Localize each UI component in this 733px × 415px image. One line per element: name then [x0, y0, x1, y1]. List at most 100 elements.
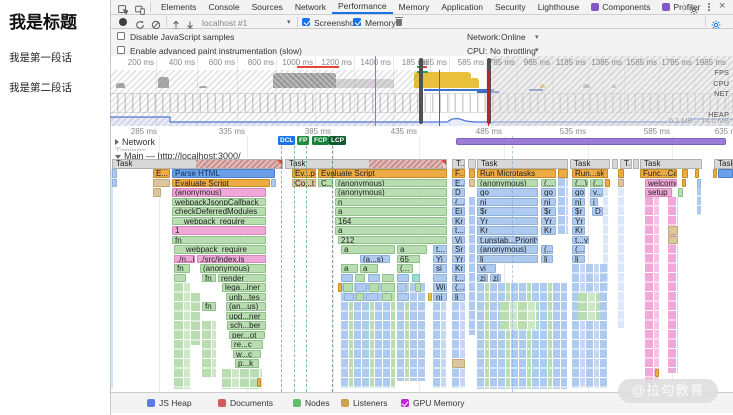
- flame-bar[interactable]: [697, 178, 701, 188]
- flame-bar[interactable]: (a...s): [360, 254, 390, 264]
- tab-lighthouse[interactable]: Lighthouse: [532, 0, 586, 14]
- flame-task-header[interactable]: T...: [620, 159, 632, 169]
- target-selector[interactable]: localhost #1: [202, 18, 247, 28]
- tab-security[interactable]: Security: [489, 0, 532, 14]
- flame-bar[interactable]: [469, 169, 475, 178]
- network-throttle-select[interactable]: Online: [501, 32, 526, 42]
- flame-bar[interactable]: li: [541, 254, 553, 264]
- flame-bar[interactable]: [355, 283, 367, 292]
- gpu-memory-checkbox[interactable]: [401, 399, 409, 407]
- flame-bar[interactable]: lega...iner: [222, 283, 266, 292]
- flame-bar[interactable]: fn: [172, 235, 266, 245]
- flame-bar[interactable]: Func...Call: [640, 169, 677, 178]
- overview-ruler[interactable]: [111, 56, 733, 70]
- flame-bar[interactable]: Evaluate Script: [172, 178, 270, 188]
- flame-bar[interactable]: D: [452, 188, 465, 197]
- tab-memory[interactable]: Memory: [393, 0, 436, 14]
- flame-bar[interactable]: ni: [433, 292, 447, 302]
- flame-activity-column[interactable]: [341, 283, 396, 388]
- flame-activity-column[interactable]: [558, 178, 568, 235]
- flame-bar[interactable]: (anonymous): [335, 178, 447, 188]
- cpu-throttle-select[interactable]: No throttling: [490, 46, 536, 56]
- flame-bar[interactable]: zi: [477, 273, 488, 283]
- flame-bar[interactable]: Yi: [433, 254, 447, 264]
- flame-bar[interactable]: [618, 169, 624, 178]
- paint-instrumentation-checkbox[interactable]: [117, 45, 125, 54]
- tab-sources[interactable]: Sources: [246, 0, 289, 14]
- flame-bar[interactable]: Kr: [572, 226, 585, 235]
- flame-bar[interactable]: ./src/index.js: [197, 254, 266, 264]
- tab-performance[interactable]: Performance: [332, 0, 393, 14]
- flame-bar[interactable]: (anonymous): [335, 188, 447, 197]
- chevron-down-icon[interactable]: ▾: [287, 18, 291, 26]
- flame-bar[interactable]: Parse HTML: [172, 169, 275, 178]
- flame-bar[interactable]: Yr: [477, 216, 538, 226]
- disable-js-samples-checkbox[interactable]: [117, 32, 125, 40]
- flame-bar[interactable]: (an...us): [226, 302, 266, 311]
- flame-bar[interactable]: (...: [541, 245, 553, 254]
- flame-bar[interactable]: per...ot: [229, 330, 265, 340]
- flame-bar[interactable]: Kr: [452, 216, 465, 226]
- flame-bar[interactable]: (anonymous): [200, 264, 266, 273]
- flame-task-header[interactable]: [468, 159, 476, 169]
- memory-checkbox[interactable]: [353, 17, 361, 26]
- flame-bar[interactable]: setup: [645, 188, 672, 197]
- flame-bar[interactable]: a: [335, 207, 447, 216]
- chevron-down-icon[interactable]: ▾: [535, 46, 539, 54]
- flame-bar[interactable]: [341, 273, 353, 283]
- flame-bar[interactable]: fn: [202, 302, 216, 311]
- flame-bar[interactable]: Kr: [452, 264, 465, 273]
- flame-bar[interactable]: welcome: [645, 178, 677, 188]
- flame-bar[interactable]: (anonymous): [477, 178, 538, 188]
- flame-bar[interactable]: t...: [452, 226, 465, 235]
- legend-js-heap[interactable]: JS Heap: [147, 398, 192, 408]
- flame-activity-column[interactable]: [477, 283, 567, 389]
- flame-bar[interactable]: [355, 273, 365, 283]
- flame-bar[interactable]: [469, 178, 475, 188]
- flame-bar[interactable]: C...: [318, 178, 333, 188]
- flame-bar[interactable]: $r: [572, 207, 585, 216]
- flame-bar[interactable]: [397, 292, 409, 302]
- flame-bar[interactable]: Yr: [452, 254, 465, 264]
- flame-bar[interactable]: [153, 188, 161, 197]
- flame-bar[interactable]: [618, 178, 624, 188]
- flame-bar[interactable]: Vi: [452, 235, 465, 245]
- flame-bar[interactable]: [682, 178, 686, 188]
- flame-bar[interactable]: [381, 283, 395, 292]
- flame-bar[interactable]: D: [592, 207, 603, 216]
- flame-task-header[interactable]: Task: [640, 159, 702, 169]
- tab-network[interactable]: Network: [289, 0, 332, 14]
- flame-bar[interactable]: ni: [541, 197, 556, 207]
- flame-bar[interactable]: j: [590, 197, 598, 207]
- flame-activity-column[interactable]: [697, 187, 701, 215]
- flame-task-header[interactable]: T...: [452, 159, 465, 169]
- flame-activity-column[interactable]: [202, 321, 216, 378]
- flame-bar[interactable]: 212: [338, 235, 447, 245]
- flame-bar[interactable]: [713, 169, 717, 178]
- flame-bar[interactable]: [397, 283, 407, 292]
- flame-bar[interactable]: (...: [452, 197, 465, 207]
- flame-bar[interactable]: [412, 273, 420, 283]
- flame-task-header[interactable]: [633, 159, 639, 169]
- flame-bar[interactable]: w...c: [233, 349, 261, 359]
- flame-bar[interactable]: [668, 235, 678, 245]
- flame-bar[interactable]: E...: [452, 178, 465, 188]
- screenshots-checkbox[interactable]: [302, 17, 310, 26]
- flame-activity-column[interactable]: [668, 197, 678, 373]
- flame-bar[interactable]: upd...ner: [226, 311, 266, 321]
- flame-bar[interactable]: a: [341, 264, 358, 273]
- flame-bar[interactable]: Sr: [452, 245, 465, 254]
- flame-bar[interactable]: [369, 283, 379, 292]
- flame-bar[interactable]: unb...tes: [226, 292, 266, 302]
- flame-bar[interactable]: 65: [397, 254, 420, 264]
- flame-bar[interactable]: zi: [490, 273, 501, 283]
- flame-bar[interactable]: render: [218, 273, 266, 283]
- flame-bar[interactable]: [428, 292, 432, 302]
- flame-bar[interactable]: fn: [174, 264, 190, 273]
- flame-bar[interactable]: checkDeferredModules: [172, 207, 266, 216]
- flame-bar[interactable]: t...: [433, 245, 447, 254]
- flame-bar[interactable]: ./n...js: [174, 254, 195, 264]
- flame-task-header[interactable]: Task: [285, 159, 447, 169]
- flame-bar[interactable]: [153, 178, 170, 188]
- flame-bar[interactable]: 1: [172, 226, 266, 235]
